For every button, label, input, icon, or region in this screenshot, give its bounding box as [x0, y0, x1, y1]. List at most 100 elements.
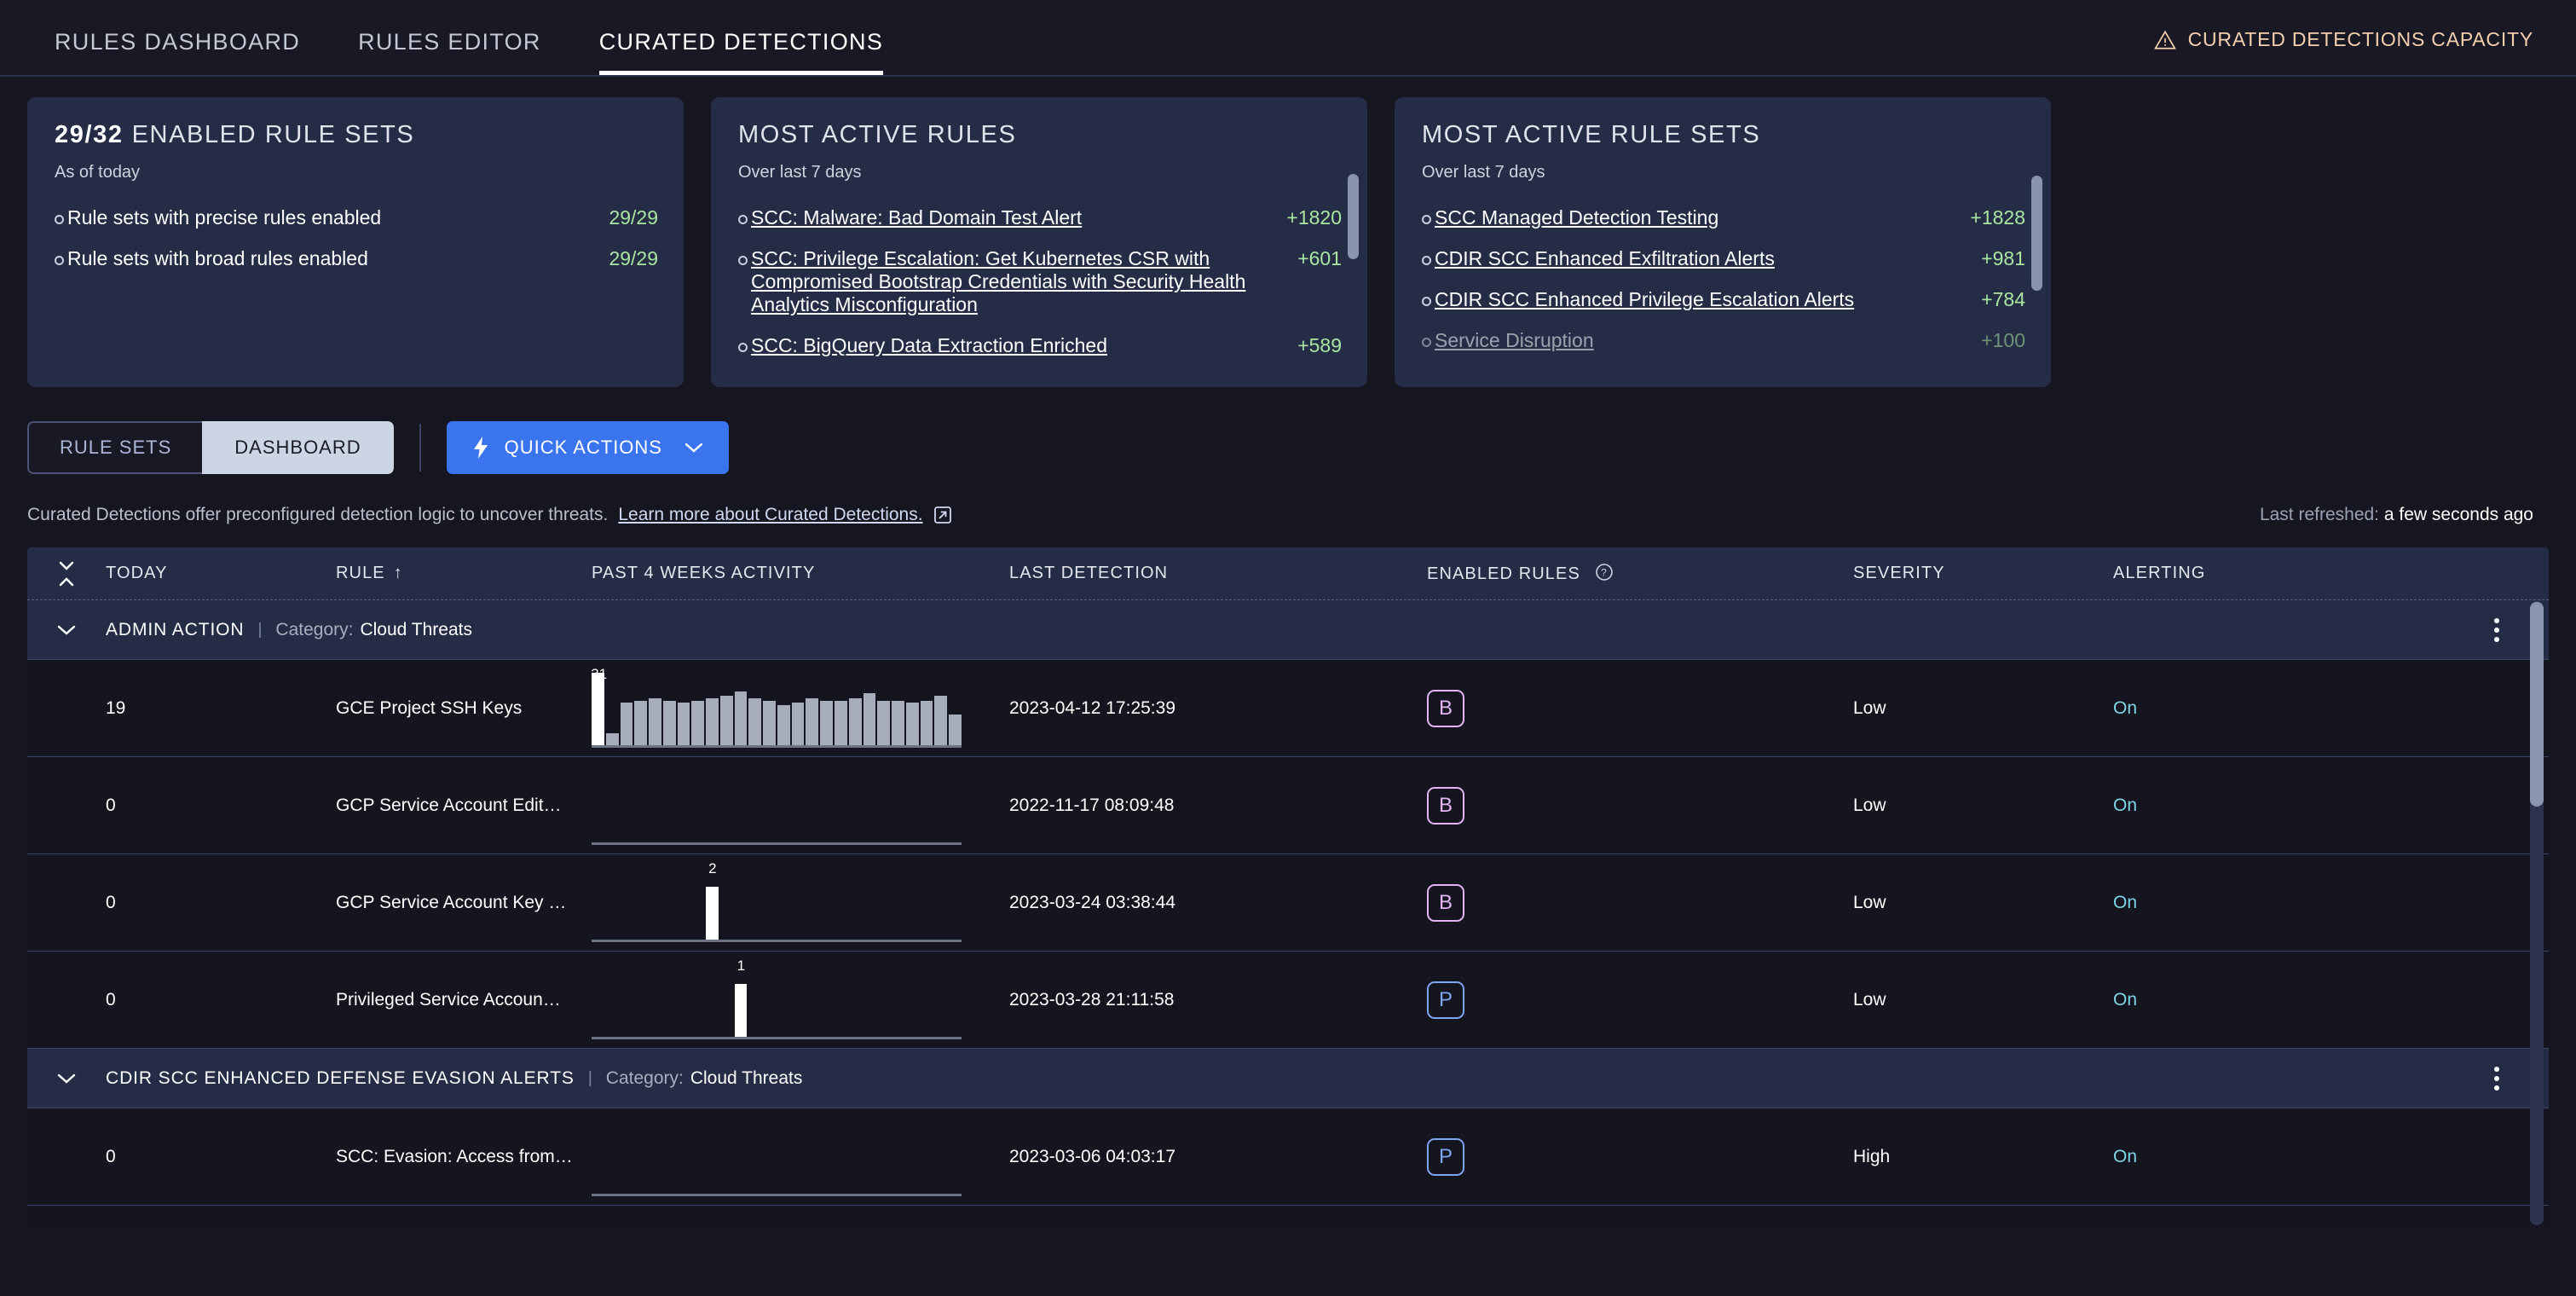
precise-rule-badge[interactable]: P [1427, 981, 1464, 1019]
card-most-active-rule-sets: MOST ACTIVE RULE SETS Over last 7 days S… [1395, 97, 2051, 387]
list-item: CDIR SCC Enhanced Privilege Escalation A… [1422, 288, 2025, 311]
tab-rules-editor[interactable]: RULES EDITOR [358, 29, 541, 75]
collapse-all-button[interactable] [27, 559, 106, 588]
cell-rule-name[interactable]: SCC: Evasion: Access from… [336, 1147, 592, 1167]
column-header-today[interactable]: TODAY [106, 564, 336, 583]
rule-set-link[interactable]: SCC Managed Detection Testing [1435, 206, 1718, 229]
list-item-value: 29/29 [609, 206, 658, 229]
rule-link[interactable]: SCC: Malware: Bad Domain Test Alert [751, 206, 1082, 229]
cell-enabled-rules: B [1427, 689, 1853, 727]
bullet-icon [1422, 297, 1431, 306]
curated-detections-capacity-button[interactable]: CURATED DETECTIONS CAPACITY [2153, 28, 2533, 51]
group-separator: | [257, 620, 263, 639]
last-refreshed: Last refreshed: a few seconds ago [2260, 505, 2533, 525]
table-header-row: TODAY RULE ↑ PAST 4 WEEKS ACTIVITY LAST D… [27, 547, 2549, 600]
group-header-cdir-scc-enhanced-defense-evasion-alerts[interactable]: CDIR SCC ENHANCED DEFENSE EVASION ALERTS… [27, 1049, 2549, 1108]
column-header-rule[interactable]: RULE ↑ [336, 564, 592, 583]
rule-set-link[interactable]: CDIR SCC Enhanced Exfiltration Alerts [1435, 247, 1775, 270]
list-item: SCC: BigQuery Data Extraction Enriched +… [738, 334, 1342, 357]
group-expand-toggle[interactable] [27, 1073, 106, 1085]
view-toolbar: RULE SETS DASHBOARD QUICK ACTIONS [0, 387, 2576, 474]
column-header-last-detection[interactable]: LAST DETECTION [1009, 564, 1427, 583]
cell-activity-sparkline[interactable]: 2 [592, 860, 1009, 942]
cell-rule-name[interactable]: GCP Service Account Key … [336, 893, 592, 913]
cell-activity-sparkline[interactable]: 31 [591, 666, 1009, 748]
bullet-icon [738, 256, 748, 265]
bullet-icon [738, 342, 748, 352]
group-more-options-button[interactable] [2494, 1066, 2499, 1091]
help-circle-icon[interactable]: ? [1595, 563, 1614, 581]
group-more-options-button[interactable] [2494, 617, 2499, 642]
card-subtitle-over-last-7-days: Over last 7 days [738, 163, 862, 182]
last-refreshed-label: Last refreshed: [2259, 505, 2380, 524]
rule-set-count: +981 [1981, 247, 2025, 269]
broad-rule-badge[interactable]: B [1427, 883, 1464, 922]
most-active-rule-sets-list: SCC Managed Detection Testing +1828 CDIR… [1422, 206, 2025, 352]
table-scrollbar-thumb[interactable] [2530, 602, 2544, 807]
view-toggle-group: RULE SETS DASHBOARD [27, 421, 394, 474]
card-scrollbar-thumb[interactable] [2031, 176, 2042, 291]
rule-sets-view-button[interactable]: RULE SETS [27, 421, 203, 474]
cell-alerting-status[interactable]: On [2113, 1147, 2471, 1167]
cell-rule-name[interactable]: Privileged Service Accoun… [336, 990, 592, 1010]
cell-activity-sparkline[interactable] [592, 767, 1009, 845]
cell-activity-sparkline[interactable] [592, 1118, 1009, 1196]
detections-table: TODAY RULE ↑ PAST 4 WEEKS ACTIVITY LAST D… [27, 547, 2549, 1225]
cell-alerting-status[interactable]: On [2113, 698, 2471, 719]
cell-alerting-status[interactable]: On [2113, 990, 2471, 1010]
external-link-icon[interactable] [933, 506, 952, 524]
card-title-enabled-rule-sets: 29/32 ENABLED RULE SETS [55, 121, 658, 149]
cell-alerting-status[interactable]: On [2113, 893, 2471, 913]
cell-activity-sparkline[interactable]: 1 [592, 958, 1009, 1039]
tab-rules-dashboard[interactable]: RULES DASHBOARD [55, 29, 300, 75]
card-scrollbar-thumb[interactable] [1348, 174, 1359, 259]
table-row[interactable]: 0 GCP Service Account Key … 2 2023-03-24… [27, 854, 2549, 952]
rule-set-count: +100 [1981, 329, 2025, 351]
card-title-most-active-rule-sets: MOST ACTIVE RULE SETS [1422, 121, 1761, 148]
cell-last-detection: 2023-03-28 21:11:58 [1009, 989, 1175, 1010]
group-category-label: Category: [275, 619, 354, 639]
rule-set-count: +1828 [1970, 206, 2025, 229]
sparkline-bars [592, 964, 962, 1037]
cell-rule-name[interactable]: GCP Service Account Edit… [336, 796, 592, 816]
rule-link[interactable]: SCC: BigQuery Data Extraction Enriched [751, 334, 1107, 357]
bullet-icon [1422, 215, 1431, 224]
card-enabled-rule-sets: 29/32 ENABLED RULE SETS As of today Rule … [27, 97, 684, 387]
rule-set-link[interactable]: CDIR SCC Enhanced Privilege Escalation A… [1435, 288, 1854, 311]
dashboard-view-button[interactable]: DASHBOARD [202, 421, 394, 474]
table-row[interactable]: 0 SCC: Evasion: Access from… 2023-03-06 … [27, 1108, 2549, 1206]
table-row[interactable]: 0 GCP Service Account Edit… 2022-11-17 0… [27, 757, 2549, 854]
cell-last-detection: 2023-03-06 04:03:17 [1009, 1146, 1175, 1166]
column-header-activity[interactable]: PAST 4 WEEKS ACTIVITY [592, 564, 1009, 583]
rule-set-link[interactable]: Service Disruption [1435, 329, 1594, 352]
table-row[interactable]: 19 GCE Project SSH Keys 31 [27, 660, 2549, 757]
column-header-enabled-rules-label: ENABLED RULES [1427, 564, 1580, 583]
learn-more-link[interactable]: Learn more about Curated Detections. [618, 505, 922, 525]
cell-today-count: 0 [106, 892, 116, 912]
cell-enabled-rules: P [1427, 981, 1853, 1019]
column-header-enabled-rules[interactable]: ENABLED RULES ? [1427, 563, 1853, 584]
sparkline-chart [592, 767, 962, 845]
collapse-all-icon [59, 561, 74, 586]
sparkline-baseline [592, 939, 962, 942]
column-header-rule-label: RULE [336, 564, 385, 582]
precise-rule-badge[interactable]: P [1427, 1137, 1464, 1176]
last-refreshed-value: a few seconds ago [2383, 505, 2533, 524]
sparkline-baseline [592, 744, 962, 748]
tab-curated-detections[interactable]: CURATED DETECTIONS [598, 29, 884, 75]
quick-actions-button[interactable]: QUICK ACTIONS [446, 421, 729, 474]
cell-alerting-status[interactable]: On [2113, 796, 2471, 816]
column-header-severity[interactable]: SEVERITY [1853, 564, 2113, 583]
group-expand-toggle[interactable] [27, 624, 106, 636]
cell-severity: Low [1853, 697, 1886, 718]
enabled-rule-sets-stat: 29/32 [55, 121, 124, 148]
broad-rule-badge[interactable]: B [1427, 786, 1464, 824]
cell-severity: Low [1853, 795, 1886, 815]
sparkline-bars [592, 672, 962, 745]
broad-rule-badge[interactable]: B [1427, 689, 1464, 727]
column-header-alerting[interactable]: ALERTING [2113, 564, 2471, 583]
cell-rule-name[interactable]: GCE Project SSH Keys [336, 698, 592, 719]
group-header-admin-action[interactable]: ADMIN ACTION | Category: Cloud Threats [27, 600, 2549, 660]
table-row[interactable]: 0 Privileged Service Accoun… 1 2023-03-2… [27, 952, 2549, 1049]
rule-link[interactable]: SCC: Privilege Escalation: Get Kubernete… [751, 247, 1282, 316]
